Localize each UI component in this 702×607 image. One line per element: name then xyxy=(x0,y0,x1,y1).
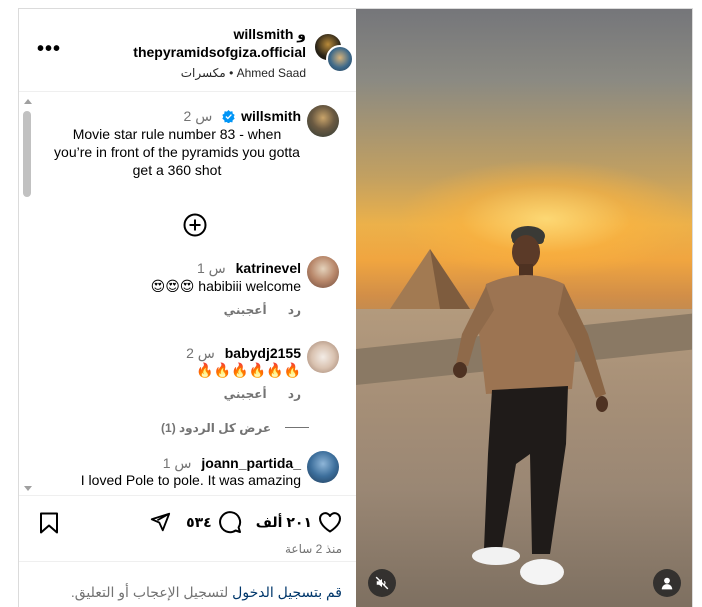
plus-circle-icon[interactable] xyxy=(183,213,207,237)
comment-username[interactable]: katrinevel xyxy=(236,260,301,276)
author-username[interactable]: willsmith xyxy=(234,26,294,42)
comment-actions: رد أعجبني xyxy=(206,387,301,401)
audio-info[interactable]: مكسرات • Ahmed Saad xyxy=(133,65,306,81)
avatar[interactable] xyxy=(307,105,339,137)
mute-button[interactable] xyxy=(368,569,396,597)
caption-username[interactable]: willsmith xyxy=(241,108,301,124)
mute-icon xyxy=(375,576,389,590)
post-time[interactable]: منذ 2 ساعة xyxy=(285,542,342,556)
caption-header: 2 س willsmith xyxy=(184,107,301,125)
scrollbar-thumb[interactable] xyxy=(23,111,31,197)
more-options-icon[interactable]: ••• xyxy=(37,39,61,59)
engagement-bar: ٥٣٤ ٢٠١ ألف xyxy=(148,510,342,534)
comment-icon[interactable] xyxy=(218,510,242,534)
post-authors: willsmith و thepyramidsofgiza.official م… xyxy=(133,25,306,81)
comment-text: 🔥🔥🔥🔥🔥🔥 xyxy=(196,361,301,379)
and-word: و xyxy=(297,26,306,42)
comment-emojis: 🔥🔥🔥🔥🔥🔥 xyxy=(196,362,301,378)
comment-count[interactable]: ٥٣٤ xyxy=(186,514,212,531)
audio-title: مكسرات xyxy=(180,66,226,80)
bookmark-icon[interactable] xyxy=(39,512,59,534)
comment-time[interactable]: 1 س xyxy=(197,260,226,276)
comment-body: I loved Pole to pole. It was amazing xyxy=(80,472,301,488)
user-icon xyxy=(661,577,673,590)
comment-text: 😍😍😍 habibiii welcome xyxy=(151,277,301,295)
scroll-down-arrow-icon[interactable] xyxy=(24,486,32,491)
video-player[interactable] xyxy=(356,9,692,607)
heart-icon[interactable] xyxy=(318,511,342,533)
comment-header: 1 س joann_partida_ xyxy=(163,454,301,472)
comment-time[interactable]: 1 س xyxy=(163,455,192,471)
avatar[interactable] xyxy=(307,451,339,483)
avatar[interactable] xyxy=(307,256,339,288)
login-prompt: قم بتسجيل الدخول لتسجيل الإعجاب أو التعل… xyxy=(19,561,356,607)
like-count[interactable]: ٢٠١ ألف xyxy=(256,514,312,531)
view-replies-button[interactable]: عرض كل الردود (1) xyxy=(161,421,310,435)
view-replies-label: عرض كل الردود (1) xyxy=(161,421,272,435)
share-icon[interactable] xyxy=(148,511,172,533)
caption-time[interactable]: 2 س xyxy=(184,108,213,124)
reply-button[interactable]: رد xyxy=(288,303,301,317)
tagged-users-button[interactable] xyxy=(653,569,681,597)
reply-button[interactable]: رد xyxy=(288,387,301,401)
post-actions: ٥٣٤ ٢٠١ ألف منذ 2 ساعة xyxy=(19,495,356,561)
post-dialog: ••• willsmith و thepyramidsofgiza.offici… xyxy=(18,8,693,607)
audio-separator: • xyxy=(229,66,234,80)
replies-divider xyxy=(285,427,310,428)
author-avatars[interactable] xyxy=(314,33,354,73)
comment-actions: رد أعجبني xyxy=(206,303,301,317)
comment-time[interactable]: 2 س xyxy=(186,345,215,361)
person-image xyxy=(453,226,608,585)
like-comment-button[interactable]: أعجبني xyxy=(224,303,267,317)
comment-body: habibiii welcome xyxy=(198,278,301,294)
post-header: ••• willsmith و thepyramidsofgiza.offici… xyxy=(19,9,356,92)
like-comment-button[interactable]: أعجبني xyxy=(224,387,267,401)
scroll-up-arrow-icon[interactable] xyxy=(24,99,32,104)
avatar xyxy=(326,45,354,73)
login-text: قم بتسجيل الدخول لتسجيل الإعجاب أو التعل… xyxy=(71,584,342,601)
coauthor-username[interactable]: thepyramidsofgiza.official xyxy=(133,43,306,61)
comment-header: 1 س katrinevel xyxy=(197,259,301,277)
audio-artist: Ahmed Saad xyxy=(236,66,306,80)
comments-list[interactable]: 2 س willsmith Movie star rule number 83 … xyxy=(19,93,356,495)
comment-username[interactable]: joann_partida_ xyxy=(201,455,301,471)
verified-badge-icon xyxy=(222,110,235,123)
scrollbar[interactable] xyxy=(22,93,32,495)
comment-emojis: 😍😍😍 xyxy=(150,278,195,294)
caption-text: Movie star rule number 83 - when you’re … xyxy=(54,126,300,178)
login-link[interactable]: قم بتسجيل الدخول xyxy=(232,584,342,600)
post-details-panel: ••• willsmith و thepyramidsofgiza.offici… xyxy=(19,9,356,607)
avatar[interactable] xyxy=(307,341,339,373)
login-rest: لتسجيل الإعجاب أو التعليق. xyxy=(70,584,229,600)
comment-header: 2 س babydj2155 xyxy=(186,344,301,362)
comment-username[interactable]: babydj2155 xyxy=(225,345,301,361)
